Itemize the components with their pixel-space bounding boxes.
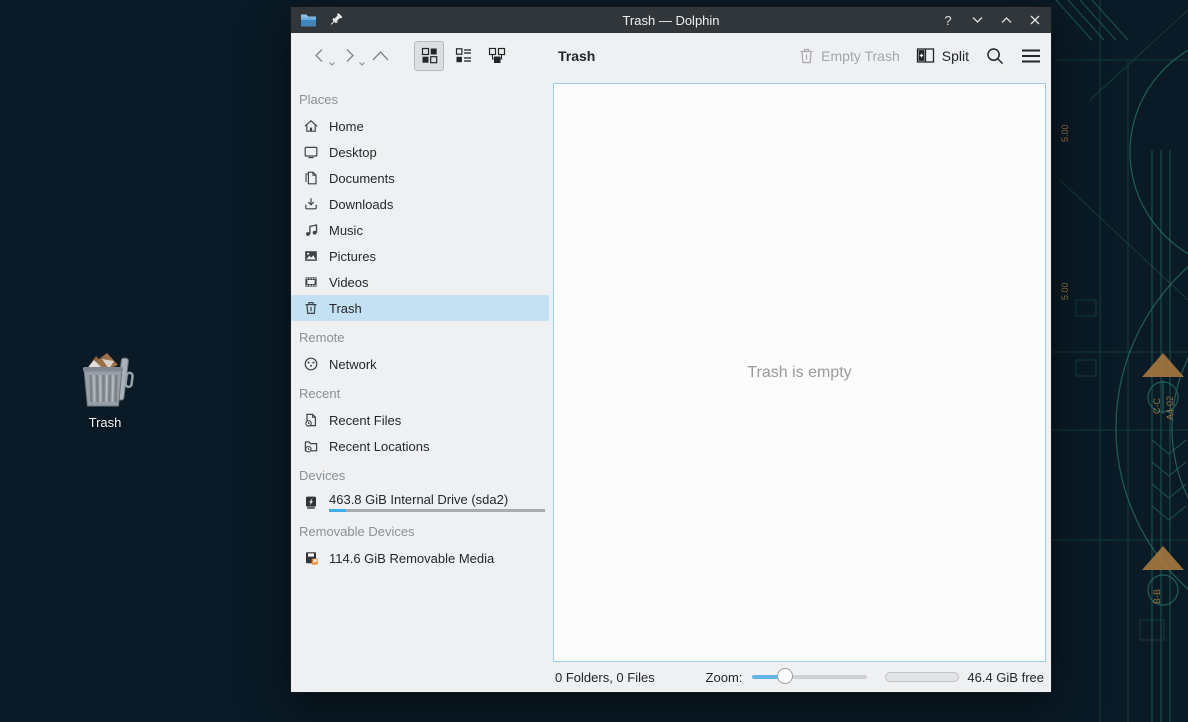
trash-icon — [303, 300, 319, 316]
drive-usage-bar — [329, 509, 545, 512]
location-breadcrumb[interactable]: Trash — [558, 48, 595, 64]
sidebar-item-desktop[interactable]: Desktop — [291, 139, 549, 165]
empty-trash-icon — [799, 48, 814, 64]
network-icon — [303, 356, 319, 372]
drive-usage-fill — [329, 509, 346, 512]
toolbar: Trash Empty Trash Split — [291, 33, 1051, 78]
empty-folder-message: Trash is empty — [747, 364, 851, 382]
sidebar-item-removable-media[interactable]: 114.6 GiB Removable Media — [291, 545, 549, 571]
sidebar-item-label: Documents — [329, 171, 395, 186]
svg-text:5.00: 5.00 — [1060, 282, 1070, 300]
back-button[interactable] — [311, 47, 328, 64]
sidebar-item-music[interactable]: Music — [291, 217, 549, 243]
maximize-button[interactable] — [999, 13, 1013, 27]
zoom-slider-handle[interactable] — [777, 668, 793, 684]
desktop-trash-label: Trash — [58, 415, 152, 430]
sidebar-item-trash[interactable]: Trash — [291, 295, 549, 321]
desktop-icon — [303, 144, 319, 160]
forward-history-caret-icon — [358, 61, 366, 67]
sidebar-item-internal-drive[interactable]: 463.8 GiB Internal Drive (sda2) — [291, 489, 549, 515]
help-button[interactable]: ? — [941, 13, 955, 27]
zoom-slider-track — [752, 675, 867, 679]
forward-button[interactable] — [341, 47, 358, 64]
svg-text:B-B: B-B — [1152, 589, 1162, 604]
split-view-icon — [916, 47, 935, 64]
details-view-icon — [455, 47, 472, 64]
zoom-slider[interactable] — [752, 668, 867, 686]
search-icon — [985, 46, 1005, 66]
section-removable-devices: Removable Devices — [291, 515, 549, 545]
desktop-trash-icon[interactable]: Trash — [58, 348, 152, 430]
window-folder-icon — [300, 13, 317, 27]
up-button[interactable] — [371, 49, 390, 62]
statusbar: 0 Folders, 0 Files Zoom: 46.4 GiB free — [553, 662, 1046, 692]
section-places: Places — [291, 83, 549, 113]
icons-view-button[interactable] — [414, 41, 444, 71]
hard-drive-icon — [303, 494, 319, 510]
sidebar-item-home[interactable]: Home — [291, 113, 549, 139]
sidebar-item-label: 463.8 GiB Internal Drive (sda2) — [329, 492, 508, 507]
sidebar-item-label: Network — [329, 357, 377, 372]
split-button[interactable]: Split — [916, 47, 969, 64]
sidebar-item-documents[interactable]: Documents — [291, 165, 549, 191]
downloads-icon — [303, 196, 319, 212]
section-devices: Devices — [291, 459, 549, 489]
music-icon — [303, 222, 319, 238]
free-space-bar — [885, 672, 959, 682]
zoom-label: Zoom: — [706, 670, 743, 685]
documents-icon — [303, 170, 319, 186]
recent-locations-icon — [303, 438, 319, 454]
sidebar-item-label: Videos — [329, 275, 369, 290]
hamburger-menu-button[interactable] — [1021, 48, 1041, 64]
sidebar-item-label: Pictures — [329, 249, 376, 264]
svg-text:A4-02: A4-02 — [1165, 396, 1175, 420]
svg-text:C-C: C-C — [1152, 398, 1162, 414]
home-icon — [303, 118, 319, 134]
svg-text:5.00: 5.00 — [1060, 124, 1070, 142]
tree-view-icon — [488, 47, 506, 64]
free-space-label: 46.4 GiB free — [967, 670, 1044, 685]
sidebar-item-label: Downloads — [329, 197, 393, 212]
sidebar-item-label: Recent Files — [329, 413, 401, 428]
dolphin-window: Trash — Dolphin ? — [290, 6, 1052, 693]
window-title: Trash — Dolphin — [291, 13, 1051, 28]
pictures-icon — [303, 248, 319, 264]
icons-view-icon — [421, 47, 438, 64]
recent-files-icon — [303, 412, 319, 428]
sidebar-item-label: Home — [329, 119, 364, 134]
pin-icon[interactable] — [329, 13, 344, 28]
sidebar-item-downloads[interactable]: Downloads — [291, 191, 549, 217]
places-panel: Places Home Desk — [291, 78, 549, 692]
sidebar-item-label: 114.6 GiB Removable Media — [329, 551, 494, 566]
folder-view[interactable]: Trash is empty — [553, 83, 1046, 662]
tree-view-button[interactable] — [482, 41, 512, 71]
sidebar-item-label: Desktop — [329, 145, 377, 160]
split-label: Split — [942, 48, 969, 64]
close-button[interactable] — [1028, 13, 1042, 27]
minimize-button[interactable] — [970, 13, 984, 27]
hamburger-menu-icon — [1021, 48, 1041, 64]
sidebar-item-pictures[interactable]: Pictures — [291, 243, 549, 269]
sidebar-item-label: Recent Locations — [329, 439, 429, 454]
empty-trash-button[interactable]: Empty Trash — [799, 48, 900, 64]
sidebar-item-label: Trash — [329, 301, 362, 316]
sidebar-item-videos[interactable]: Videos — [291, 269, 549, 295]
videos-icon — [303, 274, 319, 290]
empty-trash-label: Empty Trash — [821, 48, 900, 64]
sidebar-item-recent-locations[interactable]: Recent Locations — [291, 433, 549, 459]
section-recent: Recent — [291, 377, 549, 407]
search-button[interactable] — [985, 46, 1005, 66]
sidebar-item-network[interactable]: Network — [291, 351, 549, 377]
items-summary: 0 Folders, 0 Files — [555, 670, 655, 685]
sidebar-item-label: Music — [329, 223, 363, 238]
details-view-button[interactable] — [448, 41, 478, 71]
titlebar[interactable]: Trash — Dolphin ? — [291, 7, 1051, 33]
section-remote: Remote — [291, 321, 549, 351]
back-history-caret-icon — [328, 61, 336, 67]
removable-media-icon — [303, 550, 319, 566]
sidebar-item-recent-files[interactable]: Recent Files — [291, 407, 549, 433]
trash-full-icon — [74, 348, 136, 412]
